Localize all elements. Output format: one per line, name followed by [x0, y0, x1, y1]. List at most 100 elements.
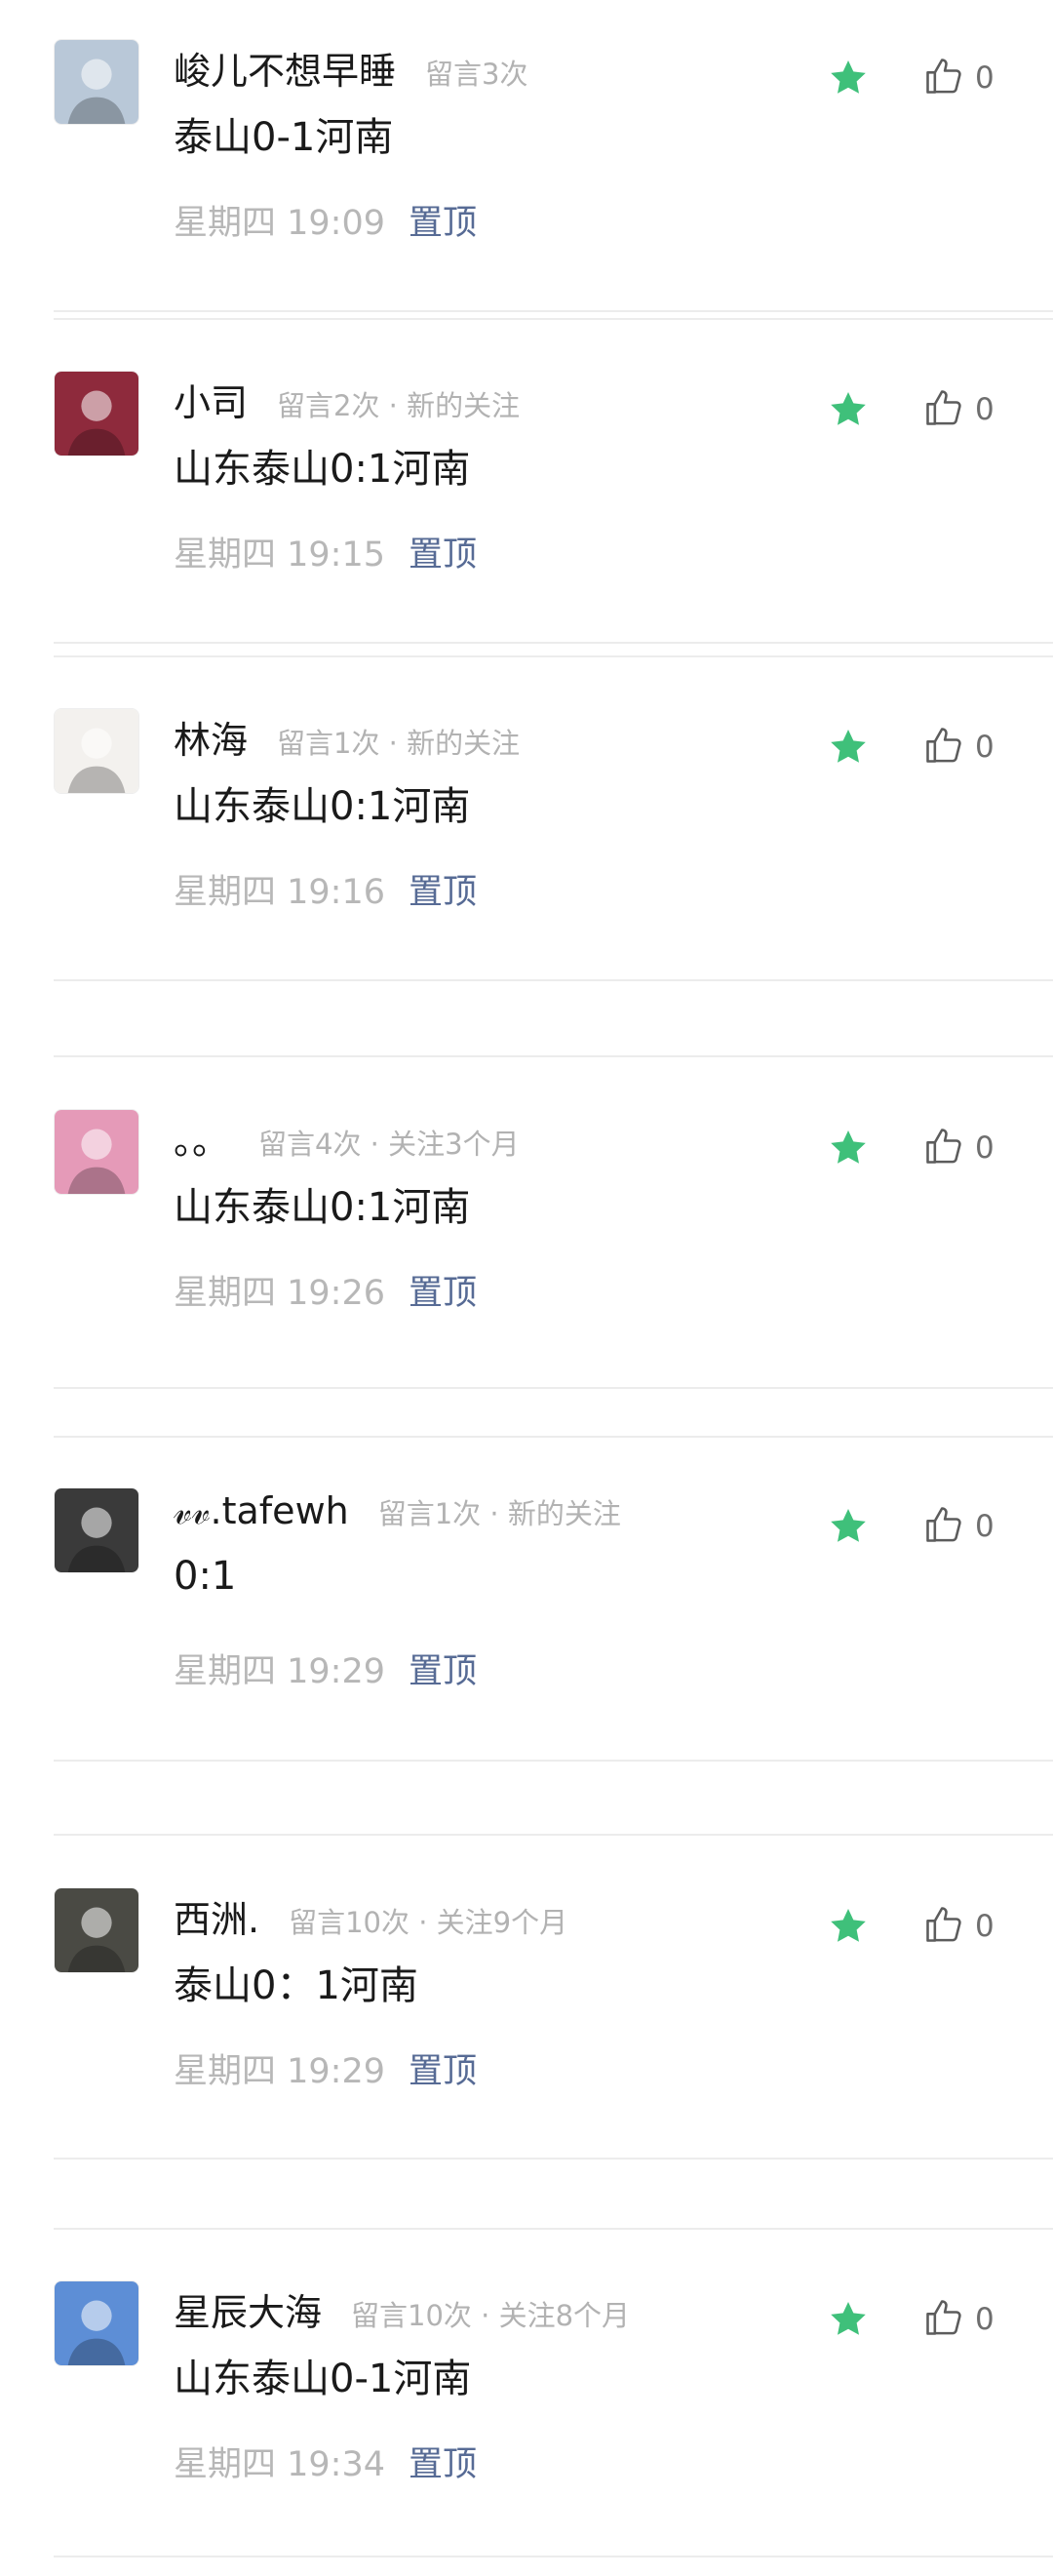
comment-time: 星期四 19:29: [174, 1652, 385, 1691]
comment-footer: 星期四 19:16 置顶: [174, 864, 477, 914]
like-count: 0: [975, 392, 994, 427]
comment-footer: 星期四 19:15 置顶: [174, 527, 477, 576]
divider: [54, 310, 1053, 312]
pin-button[interactable]: 置顶: [409, 2437, 477, 2486]
comment-time: 星期四 19:16: [174, 873, 385, 912]
commenter-name[interactable]: 𝓋𝓋.tafewh: [174, 1489, 349, 1533]
pin-button[interactable]: 置顶: [409, 1644, 477, 1693]
avatar[interactable]: [54, 1487, 139, 1573]
thumbs-up-icon: [922, 1903, 965, 1950]
comment-header: 星辰大海 留言10次 · 关注8个月: [174, 2282, 630, 2336]
comment-time: 星期四 19:29: [174, 2052, 385, 2091]
divider: [54, 655, 1053, 657]
commenter-name[interactable]: 星辰大海: [174, 2282, 322, 2336]
thumbs-up-icon: [922, 386, 965, 433]
like-button[interactable]: 0: [922, 1503, 994, 1550]
like-button[interactable]: 0: [922, 1903, 994, 1950]
like-count: 0: [975, 60, 994, 96]
like-button[interactable]: 0: [922, 724, 994, 771]
divider: [54, 2228, 1053, 2230]
like-count: 0: [975, 2302, 994, 2337]
comment-text: 泰山0-1河南: [174, 115, 394, 160]
comment-text: 山东泰山0:1河南: [174, 447, 471, 492]
pin-button[interactable]: 置顶: [409, 864, 477, 914]
comment-item: 𝓋𝓋.tafewh 留言1次 · 新的关注 0:1 星期四 19:29 置顶 0: [0, 1448, 1053, 1741]
comment-header: 峻儿不想早睡 留言3次: [174, 41, 527, 95]
avatar[interactable]: [54, 371, 139, 456]
divider: [54, 642, 1053, 644]
comment-header: 西洲. 留言10次 · 关注9个月: [174, 1889, 567, 1943]
avatar[interactable]: [54, 1887, 139, 1973]
comment-item: 星辰大海 留言10次 · 关注8个月 山东泰山0-1河南 星期四 19:34 置…: [0, 2241, 1053, 2534]
commenter-meta: 留言10次 · 关注9个月: [289, 1906, 568, 1939]
pin-button[interactable]: 置顶: [409, 195, 477, 245]
thumbs-up-icon: [922, 55, 965, 101]
commenter-meta: 留言1次 · 新的关注: [377, 1497, 621, 1530]
comment-footer: 星期四 19:09 置顶: [174, 195, 477, 245]
comment-footer: 星期四 19:34 置顶: [174, 2437, 477, 2486]
comment-item: 小司 留言2次 · 新的关注 山东泰山0:1河南 星期四 19:15 置顶 0: [0, 332, 1053, 624]
comment-footer: 星期四 19:29 置顶: [174, 1644, 477, 1693]
comment-text: 山东泰山0:1河南: [174, 1185, 471, 1230]
star-icon[interactable]: [827, 1905, 870, 1948]
pin-button[interactable]: 置顶: [409, 1265, 477, 1315]
comment-text: 泰山0：1河南: [174, 1963, 418, 2008]
comment-item: 林海 留言1次 · 新的关注 山东泰山0:1河南 星期四 19:16 置顶 0: [0, 669, 1053, 962]
comment-time: 星期四 19:34: [174, 2445, 385, 2484]
like-button[interactable]: 0: [922, 2296, 994, 2343]
divider: [54, 1436, 1053, 1438]
divider: [54, 318, 1053, 320]
star-icon[interactable]: [827, 726, 870, 769]
commenter-name[interactable]: 峻儿不想早睡: [174, 41, 396, 95]
like-count: 0: [975, 1509, 994, 1544]
star-icon[interactable]: [827, 1127, 870, 1169]
avatar[interactable]: [54, 708, 139, 794]
commenter-meta: 留言1次 · 新的关注: [277, 727, 521, 760]
divider: [54, 1387, 1053, 1389]
divider: [54, 1760, 1053, 1762]
commenter-meta: 留言4次 · 关注3个月: [258, 1128, 520, 1161]
like-button[interactable]: 0: [922, 1125, 994, 1171]
comment-header: 林海 留言1次 · 新的关注: [174, 710, 520, 764]
divider: [54, 2158, 1053, 2160]
comment-time: 星期四 19:15: [174, 535, 385, 575]
comment-header: 。。 留言4次 · 关注3个月: [174, 1111, 520, 1165]
comment-text: 0:1: [174, 1554, 237, 1599]
like-button[interactable]: 0: [922, 386, 994, 433]
comment-text: 山东泰山0-1河南: [174, 2357, 472, 2401]
commenter-name[interactable]: 西洲.: [174, 1889, 259, 1943]
comment-item: 峻儿不想早睡 留言3次 泰山0-1河南 星期四 19:09 置顶 0: [0, 0, 1053, 293]
commenter-meta: 留言3次: [425, 58, 528, 91]
commenter-name[interactable]: 。。: [174, 1111, 229, 1165]
comment-item: 西洲. 留言10次 · 关注9个月 泰山0：1河南 星期四 19:29 置顶 0: [0, 1848, 1053, 2141]
pin-button[interactable]: 置顶: [409, 527, 477, 576]
comment-header: 小司 留言2次 · 新的关注: [174, 373, 520, 426]
comment-item: 。。 留言4次 · 关注3个月 山东泰山0:1河南 星期四 19:26 置顶 0: [0, 1070, 1053, 1363]
star-icon[interactable]: [827, 2298, 870, 2341]
star-icon[interactable]: [827, 1505, 870, 1548]
commenter-name[interactable]: 小司: [174, 373, 248, 426]
divider: [54, 1834, 1053, 1836]
commenter-meta: 留言10次 · 关注8个月: [351, 2299, 631, 2332]
avatar[interactable]: [54, 2280, 139, 2366]
thumbs-up-icon: [922, 1503, 965, 1550]
star-icon[interactable]: [827, 388, 870, 431]
divider: [54, 979, 1053, 981]
like-button[interactable]: 0: [922, 55, 994, 101]
like-count: 0: [975, 1130, 994, 1166]
star-icon[interactable]: [827, 57, 870, 99]
like-count: 0: [975, 730, 994, 765]
commenter-meta: 留言2次 · 新的关注: [277, 389, 521, 422]
pin-button[interactable]: 置顶: [409, 2043, 477, 2093]
avatar[interactable]: [54, 1109, 139, 1195]
divider: [54, 2556, 1053, 2557]
comment-time: 星期四 19:09: [174, 204, 385, 243]
commenter-name[interactable]: 林海: [174, 710, 248, 764]
thumbs-up-icon: [922, 1125, 965, 1171]
like-count: 0: [975, 1909, 994, 1944]
comment-footer: 星期四 19:26 置顶: [174, 1265, 477, 1315]
comment-footer: 星期四 19:29 置顶: [174, 2043, 477, 2093]
divider: [54, 1055, 1053, 1057]
avatar[interactable]: [54, 39, 139, 125]
comment-header: 𝓋𝓋.tafewh 留言1次 · 新的关注: [174, 1489, 621, 1533]
